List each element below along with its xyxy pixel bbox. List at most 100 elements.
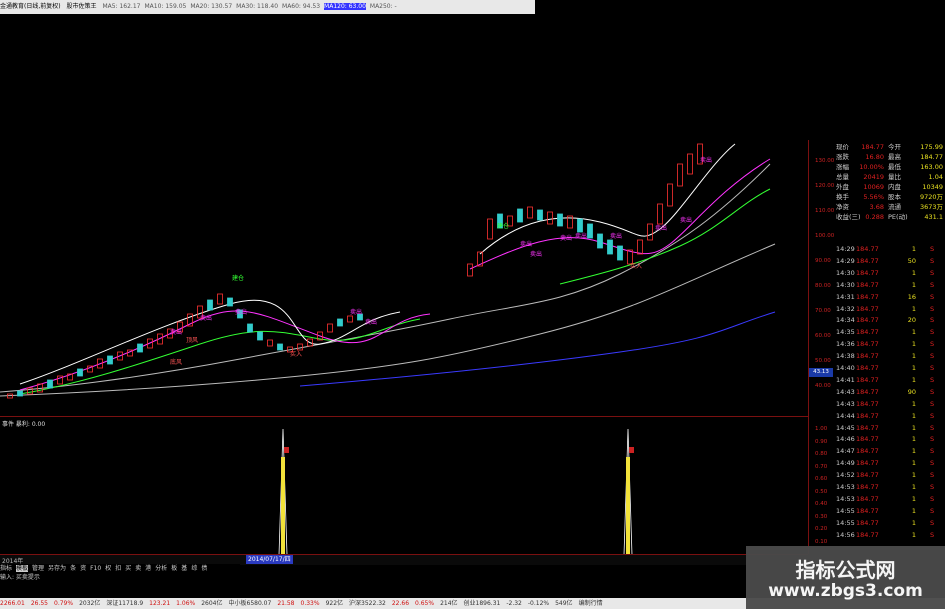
tick-pr: 184.77 <box>856 316 879 325</box>
indicator-tab[interactable]: 管理 <box>32 565 44 572</box>
indicator-tab[interactable]: 买 <box>125 565 131 572</box>
indicator-tab[interactable]: 扣 <box>115 565 121 572</box>
candlestick <box>517 208 523 223</box>
candlestick <box>337 318 343 327</box>
candlestick <box>577 218 583 233</box>
price-tick-label: 90.00 <box>815 258 831 264</box>
tick-vol: 1 <box>911 268 916 277</box>
indicator-tick-label: 0.90 <box>815 438 828 445</box>
ticker-item: 1.06% <box>176 600 196 607</box>
quote-k2: 最高 <box>888 153 901 161</box>
watermark-title: 指标公式网 <box>795 558 896 582</box>
quote-v2: 431.1 <box>924 213 943 221</box>
signal-label: 卖出 <box>610 232 622 240</box>
tick-tm: 14:43 <box>836 399 855 408</box>
tick-row: 14:45 184.77 1 S <box>834 423 945 435</box>
ticker-item: 922亿 <box>325 600 344 607</box>
tick-pr: 184.77 <box>856 268 879 277</box>
tick-tm: 14:49 <box>836 459 855 468</box>
tick-bs: S <box>930 304 935 313</box>
tick-row: 14:31 184.77 16 S <box>834 292 945 304</box>
ticker-item: 123.21 <box>149 600 171 607</box>
indicator-tab[interactable]: 另存为 <box>48 565 66 572</box>
tick-pr: 184.77 <box>856 280 879 289</box>
tick-row: 14:52 184.77 1 S <box>834 470 945 482</box>
tick-pr: 184.77 <box>856 304 879 313</box>
tick-vol: 1 <box>911 328 916 337</box>
tick-vol: 1 <box>911 447 916 456</box>
indicator-tab[interactable]: 债 <box>201 565 207 572</box>
ma-legend-item: MA30: 118.40 <box>236 3 279 10</box>
indicator-tab[interactable]: 条 <box>70 565 76 572</box>
tick-row: 14:49 184.77 1 S <box>834 458 945 470</box>
tick-tm: 14:43 <box>836 387 855 396</box>
indicator-tab[interactable]: 综 <box>191 565 197 572</box>
signal-label: 卖出 <box>365 318 377 326</box>
tick-pr: 184.77 <box>856 245 879 253</box>
candlestick <box>297 343 303 351</box>
quote-row: 换手 5.56% 股本 9720万 <box>834 192 945 202</box>
quote-v2: 184.77 <box>920 153 943 161</box>
tick-row: 14:44 184.77 1 S <box>834 411 945 423</box>
indicator-tab[interactable]: 分析 <box>155 565 167 572</box>
tick-row: 14:53 184.77 1 S <box>834 482 945 494</box>
tick-pr: 184.77 <box>856 530 879 539</box>
tick-bs: S <box>930 423 935 432</box>
tick-row: 14:56 184.77 1 S <box>834 530 945 542</box>
tick-row: 14:29 184.77 1 S <box>834 244 945 256</box>
indicator-tab[interactable]: F10 <box>90 565 101 572</box>
candlestick <box>47 379 53 389</box>
indicator-tab[interactable]: 指标 <box>0 565 12 572</box>
quote-v1: 10.00% <box>859 163 884 171</box>
indicator-tab[interactable]: 权 <box>105 565 111 572</box>
ticker-item: -0.12% <box>527 600 550 607</box>
ma-legend-item: MA60: 94.53 <box>282 3 321 10</box>
indicator-tab[interactable]: 资 <box>80 565 86 572</box>
tick-row: 14:30 184.77 1 S <box>834 280 945 292</box>
tick-pr: 184.77 <box>856 471 879 480</box>
candlestick <box>137 343 143 353</box>
price-tick-label: 40.00 <box>815 383 831 389</box>
indicator-tab[interactable]: 板 <box>171 565 177 572</box>
quote-k: 涨跌 <box>836 153 849 161</box>
tick-bs: S <box>930 328 935 337</box>
ticker-item: 2604亿 <box>201 600 223 607</box>
indicator-subchart[interactable]: 事件 暴利: 0.00 <box>0 416 808 555</box>
indicator-tab[interactable]: 港 <box>145 565 151 572</box>
tick-tm: 14:38 <box>836 352 855 361</box>
quote-k: 外盘 <box>836 183 849 191</box>
tick-vol: 1 <box>911 375 916 384</box>
indicator-tab[interactable]: 卖 <box>135 565 141 572</box>
tick-row: 14:46 184.77 1 S <box>834 434 945 446</box>
quote-k2: 流通 <box>888 203 901 211</box>
tick-pr: 184.77 <box>856 352 879 361</box>
tick-pr: 184.77 <box>856 328 879 337</box>
price-tick-label: 70.00 <box>815 308 831 314</box>
ticker-item: 中小板6580.07 <box>228 600 272 607</box>
candlestick <box>597 233 603 249</box>
candlestick <box>637 239 643 255</box>
tick-vol: 20 <box>907 316 916 325</box>
ma-legend-item: MA10: 159.05 <box>144 3 187 10</box>
candlestick <box>647 223 653 241</box>
candlestick <box>247 323 253 333</box>
tick-row: 14:34 184.77 20 S <box>834 315 945 327</box>
tick-vol: 50 <box>907 256 916 265</box>
quote-k2: 股本 <box>888 193 901 201</box>
candlestick <box>627 249 633 265</box>
indicator-name[interactable]: 股市佐策王 <box>67 3 97 10</box>
candlestick <box>277 343 283 351</box>
formula-input-row[interactable]: 输入: 买卖提示 <box>0 573 120 582</box>
quote-v2: 3673万 <box>919 203 943 211</box>
indicator-tab[interactable]: 模板 <box>16 565 29 572</box>
ticker-item: 2032亿 <box>79 600 101 607</box>
tick-bs: S <box>930 530 935 539</box>
price-tick-label: 120.00 <box>815 183 835 189</box>
quote-k2: 内盘 <box>888 183 901 191</box>
indicator-tab[interactable]: 基 <box>181 565 187 572</box>
tick-bs: S <box>930 268 935 277</box>
candlestick-chart[interactable]: 建仓建仓卖出卖出卖出 卖出卖出卖出卖出卖出 卖出 卖出卖出卖出卖出买入买入顶风底风 <box>0 14 808 414</box>
tick-vol: 1 <box>911 352 916 361</box>
candlestick <box>107 355 113 365</box>
price-tick-label: 50.00 <box>815 358 831 364</box>
